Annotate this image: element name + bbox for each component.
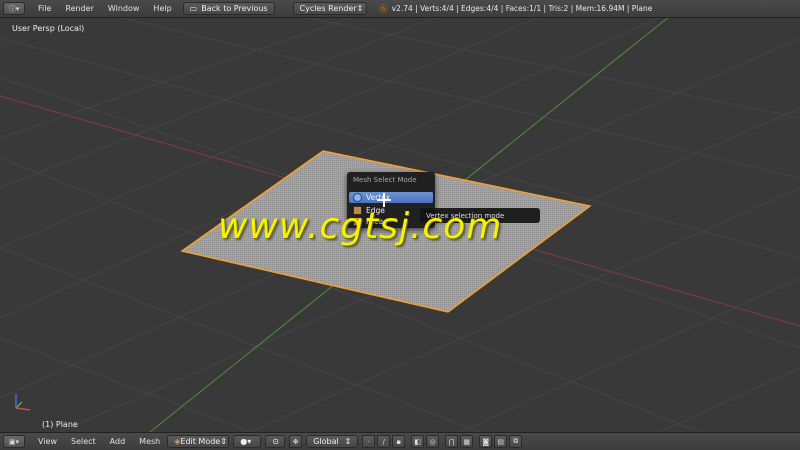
menu-file[interactable]: File xyxy=(31,4,58,13)
render-engine-select[interactable]: Cycles Render ⇕ xyxy=(292,2,367,15)
updown-arrow-icon: ⇕ xyxy=(220,437,227,446)
back-to-previous-button[interactable]: ▭ Back to Previous xyxy=(182,2,275,15)
back-to-previous-label: Back to Previous xyxy=(201,4,268,13)
opengl-render-button[interactable]: ◙ xyxy=(479,435,493,448)
view-label: User Persp (Local) xyxy=(12,24,85,33)
orientation-label: Global xyxy=(313,437,339,446)
mode-select[interactable]: ◈ Edit Mode ⇕ xyxy=(167,435,230,448)
axis-gizmo xyxy=(15,394,31,411)
menu-item-vertex[interactable]: Vertex xyxy=(349,192,433,203)
vertex-select-icon: · xyxy=(367,437,370,446)
watermark: www.cgtsj.com xyxy=(218,206,503,247)
object-label: (1) Plane xyxy=(42,420,78,429)
transform-orientation-select[interactable]: Global ⇕ xyxy=(306,435,359,448)
menu-render[interactable]: Render xyxy=(58,4,100,13)
editor-type-button[interactable]: ▣▾ xyxy=(3,435,25,448)
magnet-icon: ⋂ xyxy=(448,437,455,446)
manipulator-toggle[interactable]: ✥ xyxy=(289,435,303,448)
local-view-icon: ⧉ xyxy=(513,437,519,445)
limit-selection-icon: ◧ xyxy=(414,437,422,446)
snap-grid-icon: ▦ xyxy=(463,437,471,446)
mode-label: Edit Mode xyxy=(180,437,221,446)
updown-arrow-icon: ⇕ xyxy=(356,4,364,13)
editor-type-button[interactable]: ⓘ▾ xyxy=(3,2,25,15)
updown-arrow-icon: ⇕ xyxy=(344,437,352,446)
info-header: ⓘ▾ File Render Window Help ▭ Back to Pre… xyxy=(0,0,800,18)
menu-select[interactable]: Select xyxy=(64,437,103,446)
manipulator-icon: ✥ xyxy=(292,437,299,446)
proportional-edit-button[interactable]: ◎ xyxy=(426,435,440,448)
clapper-icon: ▤ xyxy=(497,437,505,446)
local-view-button[interactable]: ⧉ xyxy=(509,435,523,448)
menu-view[interactable]: View xyxy=(31,437,64,446)
proportional-edit-icon: ◎ xyxy=(429,437,436,446)
pivot-icon: ⊙ xyxy=(272,437,279,446)
menu-add[interactable]: Add xyxy=(103,437,133,446)
face-select-mode-button[interactable]: ▪ xyxy=(392,435,406,448)
3d-view-header: ▣▾ View Select Add Mesh ◈ Edit Mode ⇕ ●▾… xyxy=(0,432,800,450)
edge-select-mode-button[interactable]: / xyxy=(377,435,391,448)
opengl-render-anim-button[interactable]: ▤ xyxy=(494,435,508,448)
mouse-cursor-icon xyxy=(377,193,391,207)
blender-logo-icon: ⓑ xyxy=(378,5,388,15)
limit-selection-button[interactable]: ◧ xyxy=(411,435,425,448)
pivot-point-select[interactable]: ⊙ xyxy=(265,435,286,448)
menu-window[interactable]: Window xyxy=(101,4,147,13)
screen-icon: ▭ xyxy=(189,4,198,13)
snap-toggle[interactable]: ⋂ xyxy=(445,435,459,448)
vertex-select-mode-button[interactable]: · xyxy=(362,435,376,448)
camera-icon: ◙ xyxy=(482,437,490,446)
viewport-shading-select[interactable]: ●▾ xyxy=(233,435,262,448)
cube-icon: ▣▾ xyxy=(8,437,20,446)
vertex-select-icon xyxy=(353,193,362,202)
menu-mesh[interactable]: Mesh xyxy=(132,437,167,446)
face-select-icon: ▪ xyxy=(396,437,402,446)
render-engine-label: Cycles Render xyxy=(299,4,357,13)
menu-help[interactable]: Help xyxy=(146,4,178,13)
menu-title: Mesh Select Mode xyxy=(353,176,417,184)
scene-stats: v2.74 | Verts:4/4 | Edges:4/4 | Faces:1/… xyxy=(391,4,653,13)
info-icon: ⓘ▾ xyxy=(8,4,20,13)
snap-element-select[interactable]: ▦ xyxy=(460,435,474,448)
edge-select-icon: / xyxy=(382,437,385,446)
solid-shading-icon: ●▾ xyxy=(240,437,252,446)
